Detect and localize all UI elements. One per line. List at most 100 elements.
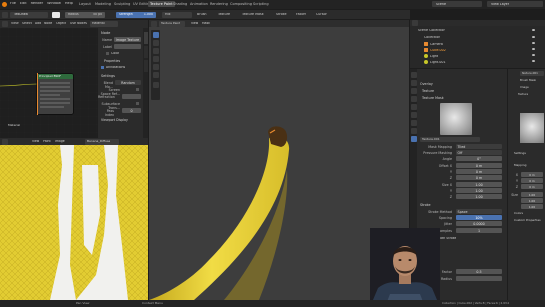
size-y-field[interactable]: 1.00: [456, 188, 502, 193]
texture-name-selector[interactable]: Texture.001: [520, 71, 544, 76]
brush-selector[interactable]: TexDraw: [10, 11, 48, 18]
tab-sculpting[interactable]: Sculpting: [112, 1, 132, 7]
size-x-field[interactable]: 1.00: [521, 192, 543, 197]
node-name-field[interactable]: Image Texture: [114, 37, 141, 42]
image-selector[interactable]: Banana_Diffuse: [85, 138, 119, 145]
color-checkbox[interactable]: [106, 52, 109, 55]
material-selector[interactable]: Material: [90, 21, 118, 27]
use-nodes-toggle[interactable]: Use Nodes: [70, 22, 87, 25]
eye-icon[interactable]: [532, 48, 535, 50]
texture-selector[interactable]: Texture.001: [420, 137, 480, 142]
stroke-method-dropdown[interactable]: Space: [456, 209, 502, 214]
texture-mask-preview[interactable]: [440, 103, 472, 135]
uv-texture-canvas[interactable]: [0, 145, 148, 300]
editor-type-icon[interactable]: [2, 138, 8, 145]
outliner-item-light-001[interactable]: Light.001: [430, 61, 446, 64]
viewport-display-section[interactable]: Viewport Display: [101, 118, 128, 122]
modifier-tab-icon[interactable]: [410, 128, 417, 134]
brush-icon[interactable]: [2, 11, 8, 18]
object-tab-icon[interactable]: [410, 120, 417, 126]
strength-field[interactable]: Strength 1.000: [116, 11, 156, 18]
size-z-field[interactable]: 1.00: [456, 194, 502, 199]
screen-space-checkbox[interactable]: [136, 88, 139, 91]
size-z-field[interactable]: 1.00: [521, 204, 543, 209]
node-section-header[interactable]: Node: [101, 31, 110, 35]
uv-menu-paint[interactable]: Paint: [43, 140, 51, 143]
outliner-item-cube[interactable]: Cube.002: [430, 49, 446, 52]
outliner-item-light[interactable]: Light: [430, 55, 438, 58]
tab-layout[interactable]: Layout: [77, 1, 93, 7]
outliner[interactable]: Scene Collection Collection Camera Cube.…: [410, 20, 545, 68]
image-editor[interactable]: View Paint Image Banana_Diffuse: [0, 138, 148, 300]
angle-field[interactable]: 0°: [456, 156, 502, 161]
sidepanel-tab-node[interactable]: [143, 32, 148, 44]
shader-menu-view[interactable]: View: [11, 22, 19, 25]
factor-field[interactable]: 0.5: [456, 269, 502, 274]
offset-z-field[interactable]: 0 m: [456, 175, 502, 180]
texture-mask-section[interactable]: Texture Mask: [422, 96, 444, 100]
input-samples-field[interactable]: 1: [456, 228, 502, 233]
settings-section[interactable]: Settings: [101, 74, 115, 78]
editor-type-icon[interactable]: [2, 21, 8, 27]
subsurface-checkbox[interactable]: [136, 102, 139, 105]
sidepanel-tab-tool[interactable]: [143, 46, 148, 58]
tab-modeling[interactable]: Modeling: [93, 1, 113, 7]
annotations-checkbox[interactable]: [101, 66, 104, 69]
pass-index-field[interactable]: 0: [122, 108, 141, 113]
size-x-field[interactable]: 1.00: [456, 182, 502, 187]
texture-properties[interactable]: Texture.001 Brush Mask Image Texture Set…: [508, 69, 545, 300]
menu-window[interactable]: Window: [47, 2, 61, 6]
eye-icon[interactable]: [532, 36, 535, 38]
texture-menu[interactable]: Texture: [218, 13, 230, 16]
tool-tab-icon[interactable]: [410, 72, 417, 78]
principled-bsdf-node[interactable]: Principled BSDF: [37, 74, 73, 114]
size-y-field[interactable]: 1.00: [521, 198, 543, 203]
pressure-masking-dropdown[interactable]: Off: [456, 150, 502, 155]
texture-tab-icon[interactable]: [410, 136, 417, 142]
eye-icon[interactable]: [532, 54, 535, 56]
eye-icon[interactable]: [532, 42, 535, 44]
shader-menu-select[interactable]: Select: [22, 22, 32, 25]
render-tab-icon[interactable]: [410, 80, 417, 86]
eye-icon[interactable]: [532, 60, 535, 62]
overlay-section[interactable]: Overlay: [420, 82, 433, 86]
outliner-item-camera[interactable]: Camera: [430, 43, 443, 46]
tab-rendering[interactable]: Rendering: [208, 1, 230, 7]
radius-field[interactable]: Radius 50 px: [65, 11, 105, 18]
falloff-menu[interactable]: Falloff: [296, 13, 306, 16]
scene-selector[interactable]: Scene: [432, 1, 482, 7]
mask-mapping-dropdown[interactable]: Tiled: [456, 144, 502, 149]
offset-y-field[interactable]: 0 m: [521, 178, 543, 183]
properties-section[interactable]: Properties: [104, 59, 120, 63]
uv-menu-image[interactable]: Image: [55, 140, 65, 143]
color-swatch[interactable]: [52, 11, 60, 18]
blender-logo-icon[interactable]: [2, 2, 7, 7]
editor-type-icon[interactable]: [412, 20, 418, 26]
output-tab-icon[interactable]: [410, 88, 417, 94]
tab-animation[interactable]: Animation: [188, 1, 210, 7]
settings-section[interactable]: Settings: [514, 151, 526, 155]
menu-help[interactable]: Help: [65, 2, 73, 6]
refraction-field[interactable]: [122, 94, 141, 99]
offset-z-field[interactable]: 0 m: [521, 184, 543, 189]
colors-section[interactable]: Colors: [514, 211, 523, 215]
tab-scripting[interactable]: Scripting: [251, 1, 271, 7]
eye-icon[interactable]: [532, 29, 535, 31]
shader-menu-node[interactable]: Node: [44, 22, 52, 25]
jitter-field[interactable]: 0.0000: [456, 221, 502, 226]
shader-editor[interactable]: View Select Add Node Object Use Nodes Ma…: [0, 20, 148, 138]
menu-render[interactable]: Render: [31, 2, 43, 6]
node-label-field[interactable]: [114, 44, 141, 49]
tab-shading[interactable]: Shading: [171, 1, 189, 7]
cursor-menu[interactable]: Cursor: [316, 13, 327, 16]
sidepanel-tab-view[interactable]: [143, 60, 148, 72]
view-layer-tab-icon[interactable]: [410, 96, 417, 102]
texture-preview[interactable]: [520, 113, 544, 143]
offset-x-field[interactable]: 0 m: [456, 163, 502, 168]
scene-collection-label[interactable]: Scene Collection: [418, 29, 445, 32]
offset-y-field[interactable]: 0 m: [456, 169, 502, 174]
texture-mask-menu[interactable]: Texture Mask: [242, 13, 264, 16]
brush-menu[interactable]: Brush: [197, 13, 207, 16]
object-select[interactable]: Object: [56, 22, 66, 25]
stroke-menu[interactable]: Stroke: [276, 13, 287, 16]
